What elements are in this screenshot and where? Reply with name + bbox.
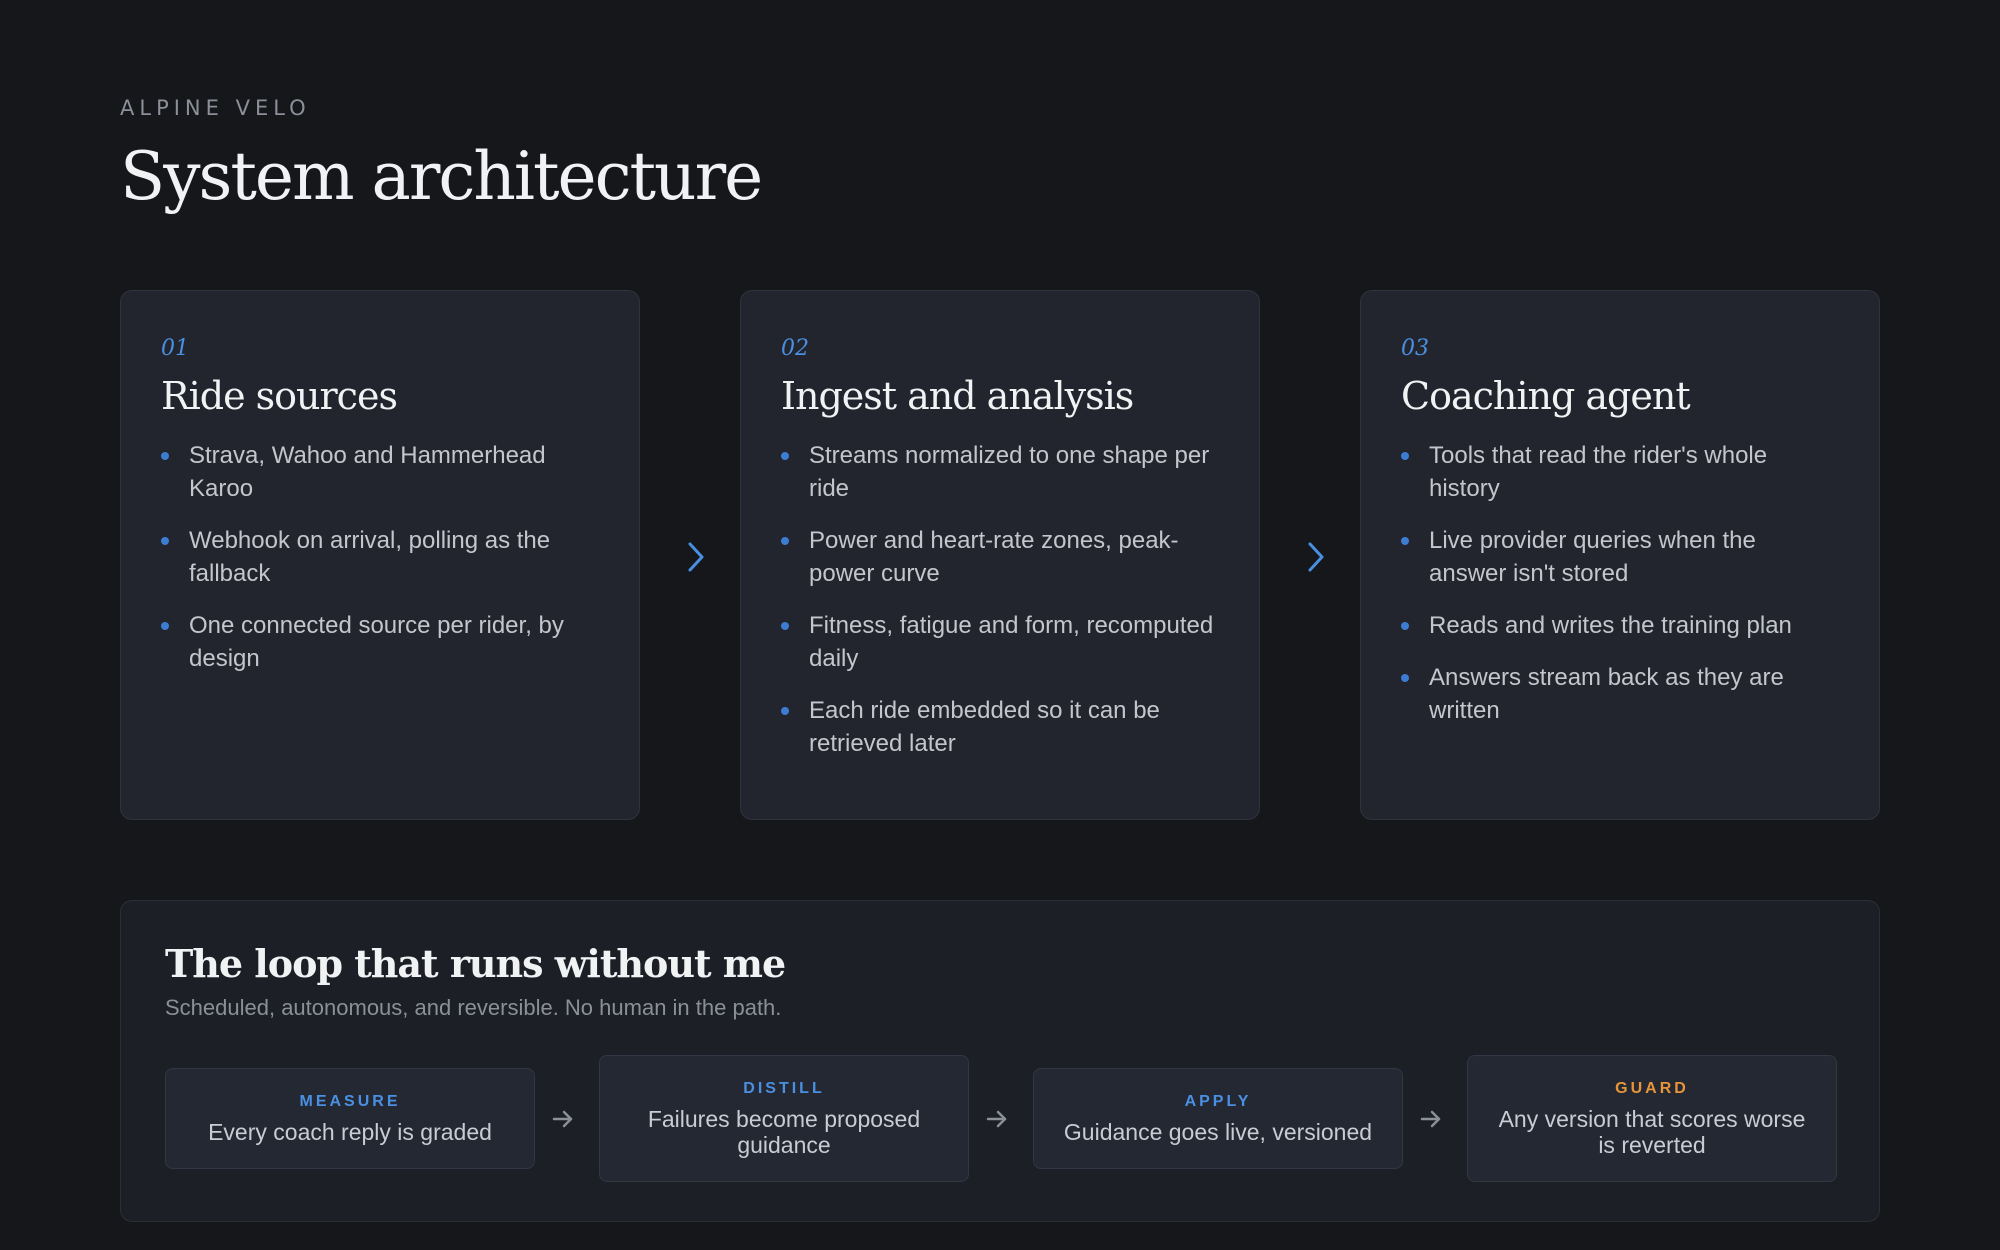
architecture-stages: 01 Ride sources Strava, Wahoo and Hammer… [120,290,1880,820]
bullet-dot-icon [781,621,789,630]
bullet-dot-icon [781,706,789,715]
bullet-text: Fitness, fatigue and form, recomputed da… [809,611,1214,672]
bullet-item: Live provider queries when the answer is… [1401,524,1839,590]
chevron-right-icon [1301,540,1331,574]
loop-step-guard: GUARD Any version that scores worse is r… [1467,1055,1837,1182]
bullet-dot-icon [161,536,169,545]
stage-card-coaching-agent: 03 Coaching agent Tools that read the ri… [1360,290,1880,820]
step-text: Any version that scores worse is reverte… [1498,1105,1806,1158]
stage-title: Ingest and analysis [781,374,1134,418]
bullet-dot-icon [781,536,789,545]
bullet-dot-icon [781,451,789,460]
bullet-item: Tools that read the rider's whole histor… [1401,439,1839,505]
stage-bullet-list: Tools that read the rider's whole histor… [1401,439,1839,727]
loop-steps: MEASURE Every coach reply is graded DIST… [165,1055,1837,1185]
bullet-item: Answers stream back as they are written [1401,661,1839,727]
bullet-text: One connected source per rider, by desig… [189,611,564,672]
bullet-text: Each ride embedded so it can be retrieve… [809,696,1160,757]
step-text: Every coach reply is graded [208,1118,492,1145]
bullet-item: Each ride embedded so it can be retrieve… [781,694,1219,760]
loop-subtitle: Scheduled, autonomous, and reversible. N… [165,994,782,1020]
step-label: GUARD [1615,1079,1689,1097]
stage-title: Ride sources [161,374,398,418]
bullet-text: Strava, Wahoo and Hammerhead Karoo [189,441,546,502]
bullet-dot-icon [1401,451,1409,460]
stage-number: 01 [161,336,189,361]
loop-title: The loop that runs without me [165,941,786,986]
bullet-text: Tools that read the rider's whole histor… [1429,441,1768,502]
page: ALPINE VELO System architecture 01 Ride … [0,0,2000,1250]
bullet-item: Fitness, fatigue and form, recomputed da… [781,609,1219,675]
bullet-dot-icon [1401,621,1409,630]
loop-step-distill: DISTILL Failures become proposed guidanc… [599,1055,969,1182]
bullet-item: Webhook on arrival, polling as the fallb… [161,524,599,590]
stage-bullet-list: Streams normalized to one shape per ride… [781,439,1219,760]
bullet-item: Streams normalized to one shape per ride [781,439,1219,505]
bullet-text: Streams normalized to one shape per ride [809,441,1210,502]
arrow-right-icon [549,1105,577,1133]
stage-title: Coaching agent [1401,374,1691,418]
bullet-item: Reads and writes the training plan [1401,609,1839,642]
step-text: Failures become proposed guidance [647,1105,921,1158]
arrow-right-icon [983,1105,1011,1133]
bullet-dot-icon [1401,536,1409,545]
step-text: Guidance goes live, versioned [1063,1118,1373,1145]
step-label: DISTILL [743,1079,825,1097]
bullet-dot-icon [161,621,169,630]
stage-bullet-list: Strava, Wahoo and Hammerhead Karoo Webho… [161,439,599,675]
bullet-dot-icon [1401,673,1409,682]
bullet-text: Power and heart-rate zones, peak-power c… [809,526,1179,587]
arrow-right-icon [1417,1105,1445,1133]
loop-step-apply: APPLY Guidance goes live, versioned [1033,1068,1403,1169]
bullet-text: Reads and writes the training plan [1429,611,1792,639]
bullet-item: Power and heart-rate zones, peak-power c… [781,524,1219,590]
bullet-text: Live provider queries when the answer is… [1429,526,1756,587]
stage-card-ride-sources: 01 Ride sources Strava, Wahoo and Hammer… [120,290,640,820]
stage-number: 03 [1401,336,1429,361]
bullet-item: One connected source per rider, by desig… [161,609,599,675]
brand-eyebrow: ALPINE VELO [120,96,311,120]
chevron-right-icon [681,540,711,574]
step-label: APPLY [1184,1092,1252,1110]
stage-card-ingest-analysis: 02 Ingest and analysis Streams normalize… [740,290,1260,820]
bullet-item: Strava, Wahoo and Hammerhead Karoo [161,439,599,505]
stage-number: 02 [781,336,809,361]
bullet-text: Webhook on arrival, polling as the fallb… [189,526,551,587]
loop-step-measure: MEASURE Every coach reply is graded [165,1068,535,1169]
bullet-text: Answers stream back as they are written [1429,663,1784,724]
step-label: MEASURE [299,1092,401,1110]
bullet-dot-icon [161,451,169,460]
page-title: System architecture [120,138,763,215]
loop-panel: The loop that runs without me Scheduled,… [120,900,1880,1222]
